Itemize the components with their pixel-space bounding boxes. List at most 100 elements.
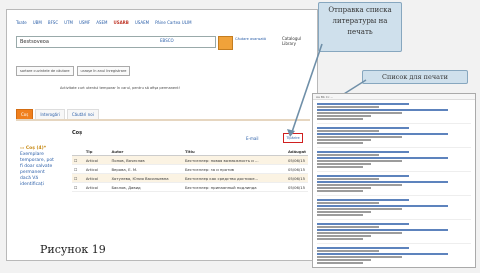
- preview-line: [317, 139, 371, 141]
- col-type: Tip: [83, 147, 110, 156]
- email-link[interactable]: E-mail: [246, 136, 259, 141]
- table-header: Tip Autor Titlu Adăugat: [72, 147, 308, 156]
- callout-print-list: Список для печати: [362, 70, 468, 84]
- top-nav-item[interactable]: UBM: [33, 20, 42, 25]
- table-row[interactable]: ☐ Articol Веровa, Е. М. Бестселлер: за и пр…: [72, 164, 308, 174]
- row-author: Веровa, Е. М.: [109, 164, 183, 174]
- col-added: Adăugat: [285, 147, 308, 156]
- preview-line: [317, 184, 402, 186]
- row-author: Хотулева, Юлия Васильевна: [109, 173, 183, 183]
- preview-line: [317, 181, 448, 183]
- preview-line: [317, 211, 371, 213]
- table-row[interactable]: ☐ Articol Попов, Вячеслав Бестселлер: новая…: [72, 155, 308, 165]
- preview-line: [317, 178, 379, 180]
- filter-row: sortare cuvintele de căutare urzoșe în a…: [16, 66, 131, 76]
- preview-line: [317, 154, 379, 156]
- preview-line: [317, 247, 410, 249]
- preview-record: [317, 127, 471, 148]
- print-preview: Aa Bb Cc ...: [312, 93, 476, 268]
- print-link[interactable]: Tipărire: [283, 133, 303, 143]
- row-checkbox[interactable]: ☐: [72, 164, 84, 174]
- preview-line: [317, 151, 410, 153]
- preview-line: [317, 190, 364, 192]
- search-scope[interactable]: EBSCO: [160, 38, 174, 43]
- preview-line: [317, 109, 448, 111]
- preview-line: [317, 208, 402, 210]
- table-row[interactable]: ☐ Articol Хотулева, Юлия Васильевна Бестсел…: [72, 173, 308, 183]
- preview-line: [317, 112, 402, 114]
- preview-record: [317, 175, 471, 196]
- top-nav-item[interactable]: USARB: [113, 20, 128, 25]
- preview-line: [317, 130, 379, 132]
- preview-line: [317, 232, 402, 234]
- figure-caption: Рисунок 19: [40, 243, 106, 256]
- preview-line: [317, 235, 371, 237]
- search-input[interactable]: Bestsoveoa: [16, 36, 216, 48]
- preview-line: [317, 256, 402, 258]
- preview-line: [317, 202, 379, 204]
- row-title: Бестселлер: новая возможность и ...: [182, 155, 286, 165]
- advanced-search-link[interactable]: Căutare avansată: [235, 37, 275, 41]
- preview-line: [317, 229, 448, 231]
- basket-title: Coș: [72, 130, 83, 136]
- row-checkbox[interactable]: ☐: [72, 182, 84, 192]
- row-checkbox[interactable]: ☐: [72, 155, 84, 165]
- preview-line: [317, 163, 371, 165]
- preview-line: [317, 214, 364, 216]
- top-nav: Toate UBM BFSC UTM USMF ASEM USARB USAEM Pâine C…: [16, 20, 192, 25]
- preview-line: [317, 136, 402, 138]
- preview-line: [317, 175, 410, 177]
- row-added: 05/06/15: [285, 173, 308, 183]
- preview-line: [317, 187, 371, 189]
- row-type: Articol: [83, 182, 110, 192]
- top-nav-item[interactable]: ASEM: [96, 20, 107, 25]
- notice-text: Activitate curt utentul temporar în caru…: [60, 86, 181, 90]
- row-title: Бестселлер как средство достиже...: [182, 173, 286, 183]
- preview-line: [317, 118, 364, 120]
- preview-record: [317, 103, 471, 124]
- row-added: 05/06/15: [285, 182, 308, 192]
- preview-record: [317, 247, 471, 267]
- filter-year[interactable]: urzoșe în anul înregistrare: [76, 66, 131, 76]
- preview-record: [317, 223, 471, 244]
- sidebar-note: Exemplare temporare, pot fi doar salvate…: [20, 152, 54, 187]
- row-type: Articol: [83, 164, 110, 174]
- basket-table: Tip Autor Titlu Adăugat ☐ Articol Попов, В…: [72, 147, 308, 192]
- row-added: 05/06/15: [285, 155, 308, 165]
- catalog-label[interactable]: Catalogul Library: [282, 36, 312, 46]
- preview-line: [317, 259, 371, 261]
- preview-line: [317, 157, 448, 159]
- col-title: Titlu: [182, 147, 286, 156]
- preview-line: [317, 223, 410, 225]
- top-nav-item[interactable]: USAEM: [135, 20, 149, 25]
- row-type: Articol: [83, 155, 110, 165]
- preview-line: [317, 127, 410, 129]
- folder-icon: ▭: [20, 146, 25, 151]
- row-type: Articol: [83, 173, 110, 183]
- preview-line: [317, 106, 379, 108]
- preview-line: [317, 250, 379, 252]
- preview-line: [317, 166, 364, 168]
- top-nav-item[interactable]: UTM: [64, 20, 73, 25]
- preview-line: [317, 103, 410, 105]
- preview-line: [317, 115, 371, 117]
- preview-line: [317, 205, 448, 207]
- preview-record: [317, 151, 471, 172]
- preview-line: [317, 253, 448, 255]
- sidebar: ▭ Coș (4)* Exemplare temporare, pot fi d…: [20, 146, 56, 188]
- filter-sort[interactable]: sortare cuvintele de căutare: [16, 66, 74, 76]
- row-title: Бестселлер: припаянный подлинда: [182, 182, 286, 192]
- top-nav-item[interactable]: Pâine Cartea ULIM: [155, 20, 192, 25]
- top-nav-item[interactable]: USMF: [79, 20, 90, 25]
- preview-line: [317, 238, 364, 240]
- preview-line: [317, 160, 402, 162]
- top-nav-item[interactable]: BFSC: [48, 20, 58, 25]
- preview-line: [317, 226, 379, 228]
- basket-folder-label: Coș (4)*: [25, 146, 47, 151]
- row-checkbox[interactable]: ☐: [72, 173, 84, 183]
- table-row[interactable]: ☐ Articol Баклов, Давид Бестселлер: припаян…: [72, 182, 308, 192]
- search-button[interactable]: [218, 36, 233, 50]
- col-checkbox[interactable]: [72, 147, 84, 156]
- row-title: Бестселлер: за и против: [182, 164, 286, 174]
- top-nav-item[interactable]: Toate: [16, 20, 27, 25]
